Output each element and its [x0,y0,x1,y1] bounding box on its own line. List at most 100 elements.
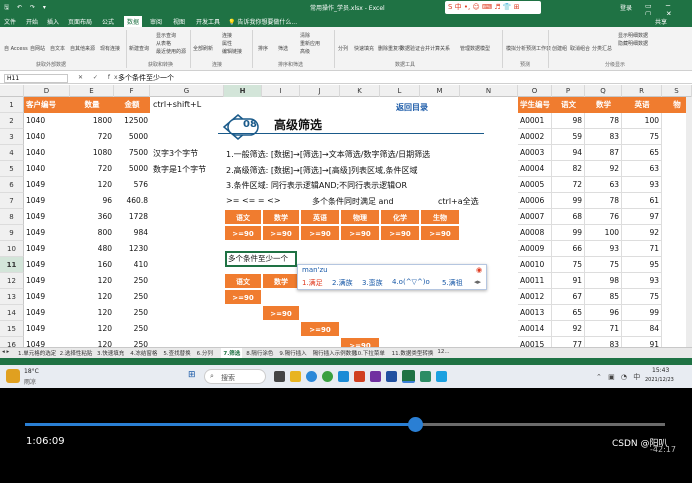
ribbon-edit-links[interactable]: 编辑链接 [222,48,242,55]
ribbon-from-table[interactable]: 从表格 [156,40,171,47]
tab-formulas[interactable]: 公式 [102,17,114,26]
app-icon[interactable] [420,371,431,382]
ime-candidate-1[interactable]: 1.满足 [302,278,323,288]
column-header-e[interactable]: E [70,85,114,97]
right-table-cell[interactable]: 92 [622,225,662,241]
ribbon-refresh-all[interactable]: 全部刷新 [193,45,213,52]
ribbon-what-if[interactable]: 模拟分析 [506,45,526,52]
right-table-cell[interactable]: 75 [552,257,585,273]
column-header-g[interactable]: G [150,85,224,97]
left-table-cell[interactable]: 1049 [24,257,70,273]
left-table-cell[interactable]: 576 [114,177,150,193]
video-progress-handle[interactable] [408,417,423,432]
ribbon-connections[interactable]: 连接 [222,32,232,39]
select-all-corner[interactable] [0,85,24,97]
and-criteria-header[interactable]: 物理 [340,209,380,225]
right-table-cell[interactable]: 78 [585,113,622,129]
left-table-cell[interactable]: 1040 [24,129,70,145]
ime-page-arrows[interactable]: ◂▸ [474,278,481,286]
ribbon-reapply[interactable]: 重新应用 [300,40,320,47]
right-table-cell[interactable]: 94 [552,145,585,161]
right-table-cell[interactable]: 98 [552,113,585,129]
right-table-cell[interactable]: 71 [585,321,622,337]
left-table-cell[interactable]: 1049 [24,289,70,305]
column-header-n[interactable]: N [460,85,518,97]
right-table-cell[interactable]: 68 [552,209,585,225]
left-table-cell[interactable]: 1049 [24,225,70,241]
ime-eye-icon[interactable]: ◉ [476,266,482,274]
left-table-cell[interactable]: 120 [70,289,114,305]
left-table-cell[interactable]: 1049 [24,321,70,337]
ime-candidate-popup[interactable]: man'zu ◉ 1.满足 2.满族 3.蛮族 4.o(^▽^)o 5.满祖 ◂… [297,264,487,290]
left-table-cell[interactable]: 5000 [114,161,150,177]
row-header-3[interactable]: 3 [0,129,24,145]
file-explorer-icon[interactable] [290,371,301,382]
right-table-header[interactable]: 数学 [585,97,622,113]
edge-icon[interactable] [306,371,317,382]
ribbon-sort[interactable]: 排序 [258,45,268,52]
or-criteria-header[interactable]: 语文 [224,273,262,289]
clock-time[interactable]: 15:43 [652,367,669,374]
right-table-cell[interactable]: 75 [585,257,622,273]
sheet-tab[interactable]: 11.数据类型转换 [392,349,434,357]
and-criteria-header[interactable]: 数学 [262,209,300,225]
row-header-6[interactable]: 6 [0,177,24,193]
left-table-cell[interactable]: 12500 [114,113,150,129]
quick-access-toolbar[interactable]: 🖫 ↶ ↷ ▾ [4,3,49,13]
left-table-cell[interactable]: 250 [114,321,150,337]
tell-me-box[interactable]: 💡 告诉我你想要做什么... [228,17,297,26]
ribbon-manage-data-model[interactable]: 管理数据模型 [460,45,490,52]
ribbon-ungroup[interactable]: 取消组合 [570,45,590,52]
formula-input[interactable]: 多个条件至少一个 [118,74,174,83]
sheet-nav-arrows[interactable]: ◂ ▸ [2,349,9,355]
left-table-cell[interactable]: 800 [70,225,114,241]
ribbon-advanced[interactable]: 高级 [300,48,310,55]
right-table-cell[interactable]: 67 [552,289,585,305]
ime-candidate-4[interactable]: 4.o(^▽^)o [392,278,430,286]
ime-candidate-5[interactable]: 5.满祖 [442,278,463,288]
right-table-cell[interactable]: A0009 [518,241,552,257]
right-table-cell[interactable]: A0005 [518,177,552,193]
ribbon-properties[interactable]: 属性 [222,40,232,47]
ribbon-show-queries[interactable]: 显示查询 [156,32,176,39]
and-criteria-value[interactable]: >=90 [420,225,460,241]
left-table-cell[interactable]: 1040 [24,161,70,177]
ribbon-existing-connections[interactable]: 现有连接 [100,45,120,52]
left-table-cell[interactable]: 160 [70,257,114,273]
row-header-14[interactable]: 14 [0,305,24,321]
left-table-cell[interactable]: 1049 [24,273,70,289]
sheet-tab[interactable]: 6.分列 [197,349,213,357]
left-table-cell[interactable]: 120 [70,177,114,193]
windows-start-icon[interactable]: ⊞ [188,370,196,380]
tab-developer[interactable]: 开发工具 [196,17,220,26]
right-table-cell[interactable]: 63 [585,177,622,193]
ribbon-subtotal[interactable]: 分类汇总 [592,45,612,52]
weather-temp[interactable]: 18°C [24,368,39,375]
right-table-cell[interactable]: 100 [622,113,662,129]
or-criteria-value[interactable]: >=90 [224,289,262,305]
right-table-cell[interactable]: 59 [552,129,585,145]
active-cell-h11[interactable]: 多个条件至少一个 [225,251,297,267]
right-table-cell[interactable]: 99 [552,225,585,241]
left-table-cell[interactable]: 5000 [114,129,150,145]
tab-file[interactable]: 文件 [4,17,16,26]
left-table-cell[interactable]: 96 [70,193,114,209]
column-header-k[interactable]: K [340,85,380,97]
right-table-cell[interactable]: 93 [585,241,622,257]
tab-home[interactable]: 开始 [26,17,38,26]
left-table-cell[interactable]: 1049 [24,193,70,209]
left-table-cell[interactable]: 1049 [24,177,70,193]
right-table-cell[interactable]: 92 [552,321,585,337]
right-table-cell[interactable]: A0004 [518,161,552,177]
row-header-15[interactable]: 15 [0,321,24,337]
sheet-tab[interactable]: 2.选择性粘贴 [60,349,93,357]
right-table-header[interactable]: 语文 [552,97,585,113]
ribbon-other-sources[interactable]: 自其他来源 [70,45,95,52]
back-to-contents-link[interactable]: 返回目录 [396,102,428,113]
right-table-cell[interactable]: 78 [585,193,622,209]
right-table-cell[interactable]: 99 [552,193,585,209]
and-criteria-header[interactable]: 英语 [300,209,340,225]
column-header-h[interactable]: H [224,85,262,97]
sheet-tab[interactable]: 10.下拉菜单 [354,349,385,357]
right-table-cell[interactable]: A0014 [518,321,552,337]
